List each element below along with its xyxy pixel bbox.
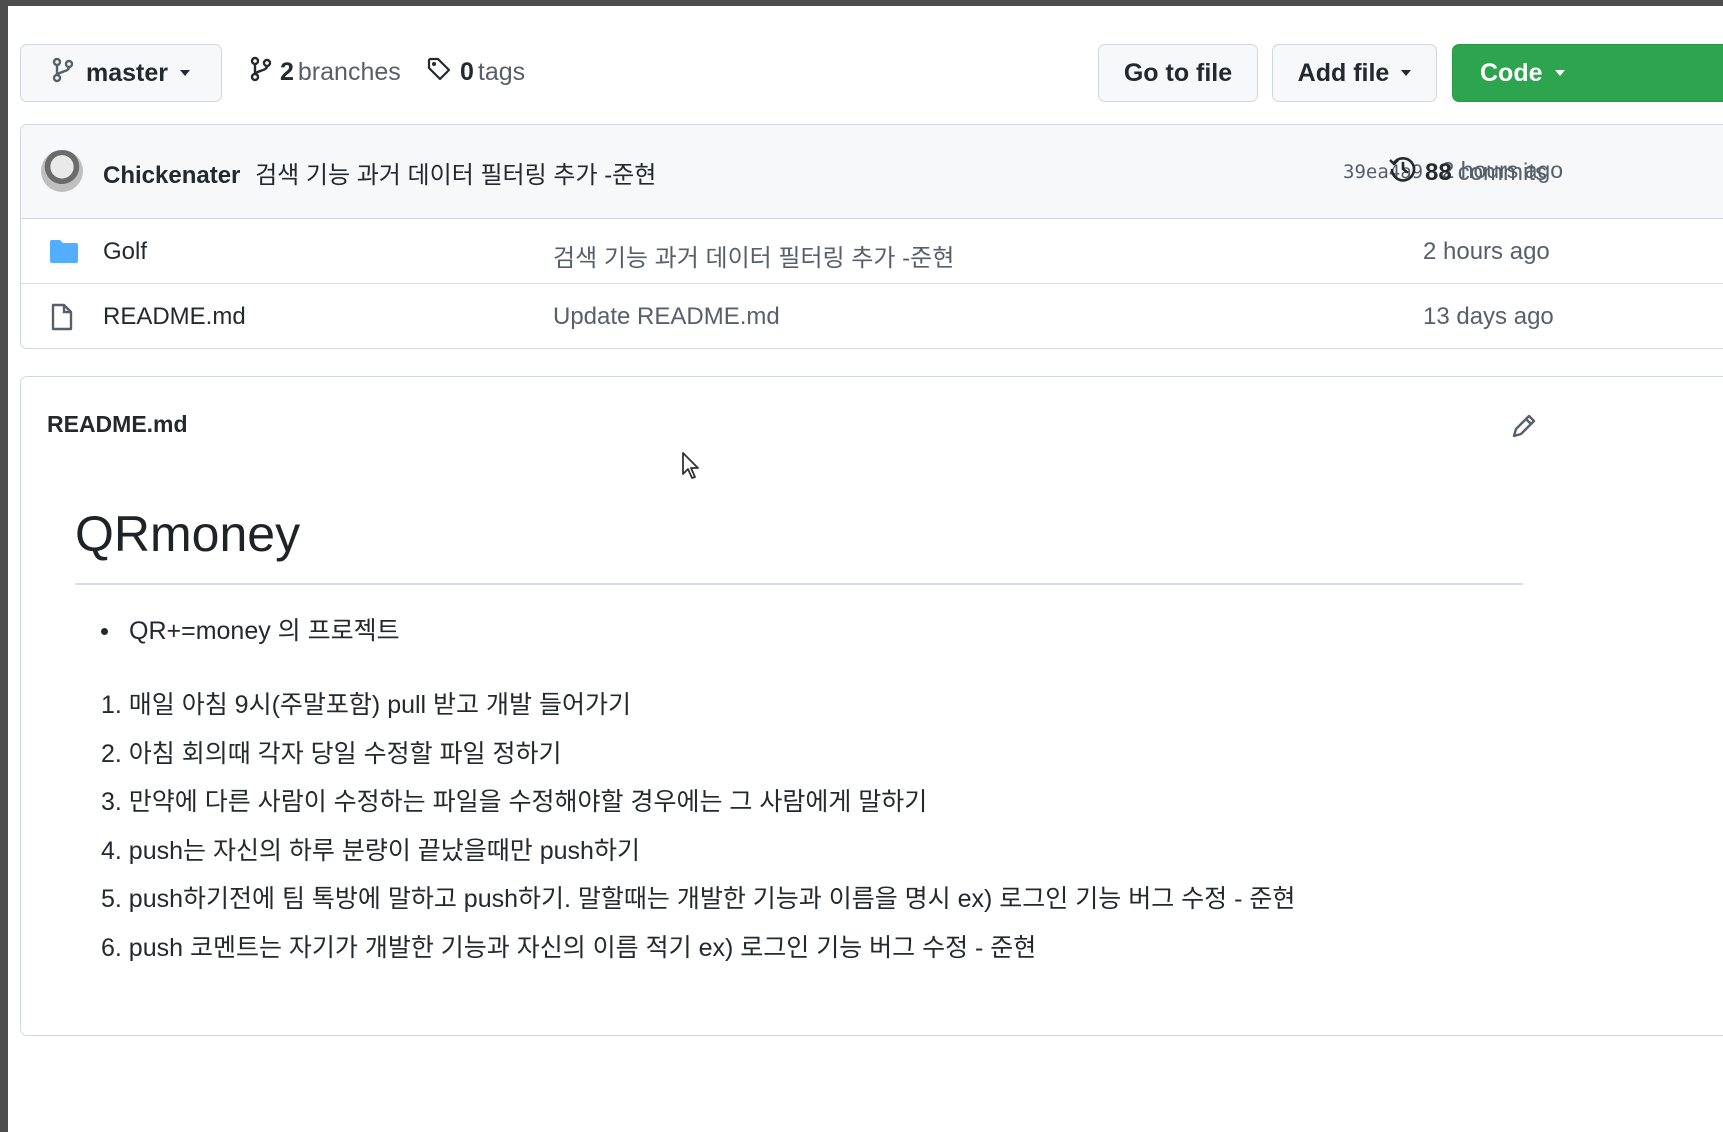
list-item: QR+=money 의 프로젝트 [101,613,400,649]
chevron-down-icon [1401,70,1412,76]
branches-label: branches [297,58,401,86]
file-commit-message[interactable]: 검색 기능 과거 데이터 필터링 추가 -준현 [553,238,954,273]
list-item: 6. push 코멘트는 자기가 개발한 기능과 자신의 이름 적기 ex) 로… [101,933,1037,962]
heading-divider [75,583,1523,585]
commit-author[interactable]: Chickenater [103,162,240,189]
go-to-file-label: Go to file [1123,58,1233,87]
mouse-cursor-icon [681,451,703,486]
chevron-down-icon [180,70,190,76]
commits-label: commits [1457,158,1548,186]
tags-label: tags [477,58,526,86]
folder-icon [49,238,79,269]
git-branch-icon [52,57,74,90]
list-item: 4. push는 자신의 하루 분량이 끝났을때만 push하기 [101,836,640,865]
tags-link[interactable]: 0 tags [426,56,525,89]
avatar[interactable] [41,150,83,192]
commits-link[interactable]: 88 commits [1389,155,1547,190]
branches-link[interactable]: 2 branches [250,56,401,89]
history-icon [1389,155,1417,190]
readme-filename: README.md [47,411,188,437]
tag-icon [426,56,452,89]
add-file-button[interactable]: Add file [1272,44,1437,102]
list-item: 3. 만약에 다른 사람이 수정하는 파일을 수정해야할 경우에는 그 사람에게… [101,788,928,816]
file-name[interactable]: Golf [103,238,147,266]
pencil-icon[interactable] [1509,411,1539,446]
file-age: 13 days ago [1423,303,1554,330]
list-item: 2. 아침 회의때 각자 당일 수정할 파일 정하기 [101,739,562,768]
latest-commit-bar: Chickenater 검색 기능 과거 데이터 필터링 추가 -준현 39ea… [21,125,1723,219]
latest-commit: Chickenater 검색 기능 과거 데이터 필터링 추가 -준현 [103,155,656,190]
code-label: Code [1480,58,1543,87]
file-commit-message[interactable]: Update README.md [553,303,780,331]
branch-select-button[interactable]: master [20,44,222,102]
code-button[interactable]: Code [1452,44,1723,102]
file-listing: Chickenater 검색 기능 과거 데이터 필터링 추가 -준현 39ea… [20,124,1723,349]
commit-message[interactable]: 검색 기능 과거 데이터 필터링 추가 -준현 [255,162,656,189]
repo-page: master 2 branches 0 tags Go to file Add … [8,6,1723,1132]
add-file-label: Add file [1297,58,1390,87]
file-row[interactable]: Golf 검색 기능 과거 데이터 필터링 추가 -준현 2 hours ago [21,219,1723,284]
file-icon [49,303,75,336]
git-branch-icon [250,56,272,89]
branches-count: 2 [280,58,294,86]
chevron-down-icon [1554,70,1565,76]
readme-bullet-list: QR+=money 의 프로젝트 [101,613,400,649]
file-row[interactable]: README.md Update README.md 13 days ago [21,284,1723,348]
list-item: 1. 매일 아침 9시(주말포함) pull 받고 개발 들어가기 [101,691,631,719]
tags-count: 0 [460,58,474,86]
readme-heading: QRmoney [75,506,301,562]
file-age: 2 hours ago [1423,238,1550,265]
commits-count: 88 [1425,158,1452,186]
repo-toolbar: master 2 branches 0 tags Go to file Add … [20,44,1723,104]
go-to-file-button[interactable]: Go to file [1098,44,1258,102]
branch-name: master [86,58,168,87]
readme-steps-list: 1. 매일 아침 9시(주말포함) pull 받고 개발 들어가기 2. 아침 … [101,681,1295,972]
readme-panel: README.md QRmoney QR+=money 의 프로젝트 1. 매일… [20,376,1723,1036]
file-name[interactable]: README.md [103,303,246,331]
list-item: 5. push하기전에 팀 톡방에 말하고 push하기. 말할때는 개발한 기… [101,885,1296,913]
